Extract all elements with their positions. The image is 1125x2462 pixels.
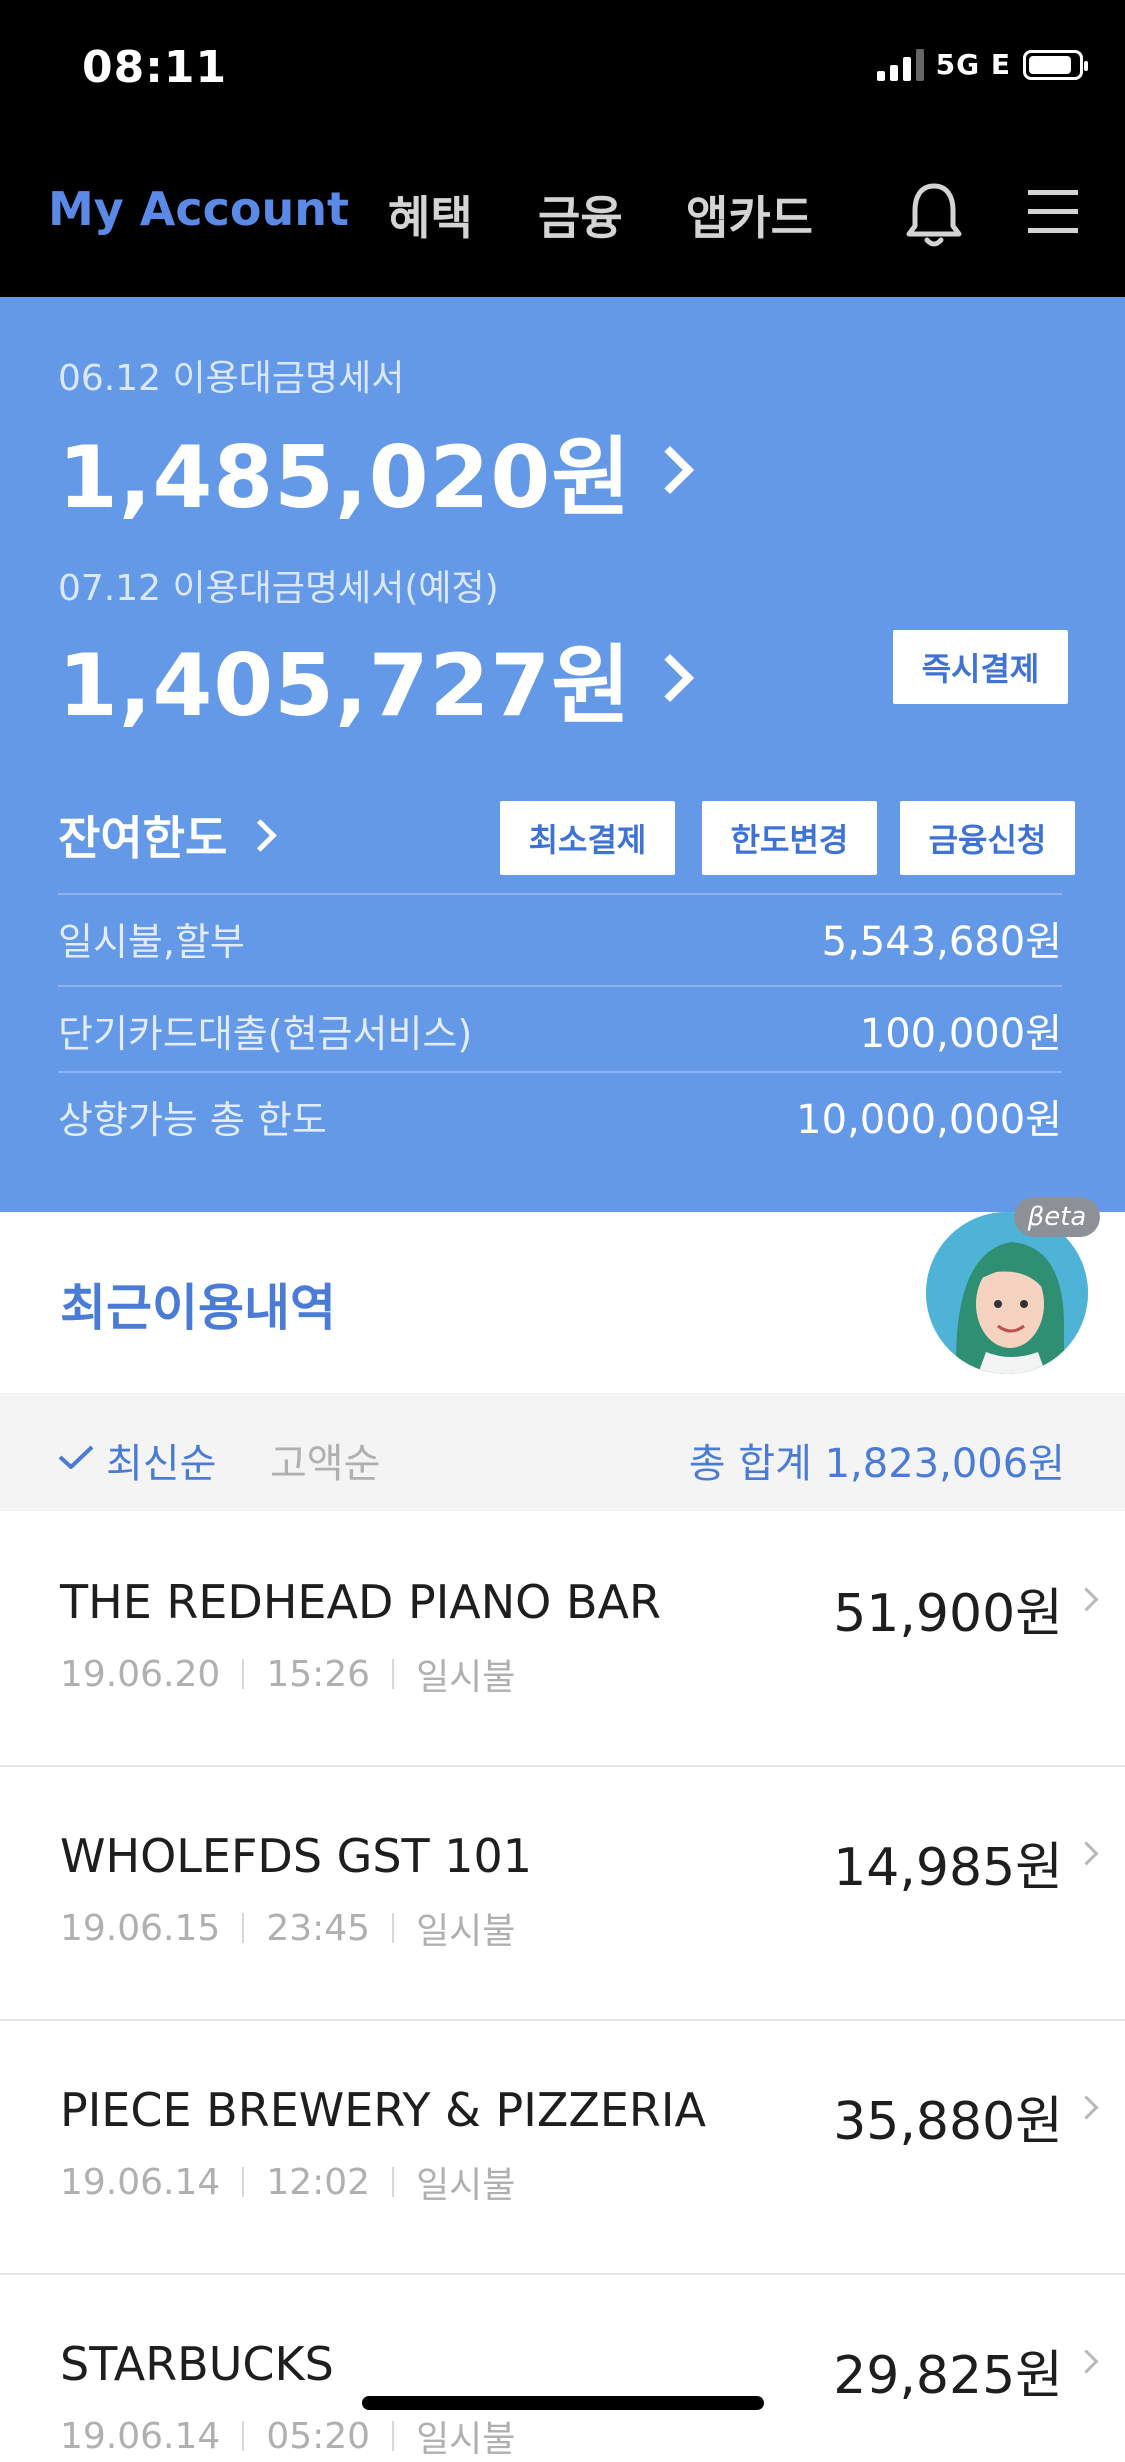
network-label: 5G E (935, 48, 1011, 81)
tab-finance[interactable]: 금융 (538, 182, 623, 248)
home-indicator[interactable] (362, 2396, 764, 2410)
chevron-right-icon (646, 653, 695, 702)
transaction-type: 일시불 (416, 2165, 516, 2206)
signal-icon (876, 48, 924, 81)
transaction-type: 일시불 (416, 2419, 516, 2460)
chevron-right-icon (1074, 2349, 1099, 2374)
current-statement-label: 06.12 이용대금명세서 (58, 358, 405, 399)
limit-row: 일시불,할부 5,543,680원 (58, 893, 1062, 981)
limit-row-label: 단기카드대출(현금서비스) (58, 1011, 473, 1056)
minimum-payment-button[interactable]: 최소결제 (500, 801, 675, 875)
chevron-right-icon (1074, 1587, 1099, 1612)
transaction-row[interactable]: STARBUCKS 19.06.14 05:20 일시불 29,825원 (0, 2275, 1125, 2460)
billing-summary-panel: 06.12 이용대금명세서 1,485,020원 07.12 이용대금명세서(예… (0, 297, 1125, 1212)
status-time: 08:11 (82, 42, 228, 93)
sort-latest-option[interactable]: 최신순 (106, 1431, 216, 1489)
transaction-amount: 14,985원 (833, 1838, 1063, 1898)
limit-row: 단기카드대출(현금서비스) 100,000원 (58, 985, 1062, 1073)
transaction-amount: 35,880원 (833, 2092, 1063, 2152)
transaction-time: 23:45 (266, 1907, 371, 1949)
limit-row-label: 일시불,할부 (58, 919, 245, 964)
transaction-time: 05:20 (266, 2415, 371, 2457)
current-amount-value: 1,485,020원 (58, 428, 632, 528)
limit-row-value: 100,000원 (859, 1011, 1062, 1057)
transaction-date: 19.06.14 (60, 2161, 221, 2203)
tab-app-card[interactable]: 앱카드 (686, 182, 813, 248)
pay-now-button[interactable]: 즉시결제 (893, 630, 1068, 704)
next-statement-label: 07.12 이용대금명세서(예정) (58, 568, 499, 609)
battery-icon (1023, 49, 1088, 80)
merchant-name: THE REDHEAD PIANO BAR (60, 1575, 661, 1629)
sort-amount-option[interactable]: 고액순 (270, 1431, 380, 1489)
transaction-time: 12:02 (266, 2161, 371, 2203)
transaction-amount: 51,900원 (833, 1584, 1063, 1644)
transaction-amount: 29,825원 (833, 2346, 1063, 2406)
current-statement-amount[interactable]: 1,485,020원 (58, 407, 695, 532)
transaction-date: 19.06.14 (60, 2415, 221, 2457)
check-icon (58, 1445, 94, 1469)
chevron-right-icon (646, 445, 695, 494)
top-nav: My Account 혜택 금융 앱카드 (0, 170, 1125, 260)
limit-row-value: 10,000,000원 (796, 1097, 1062, 1143)
transaction-row[interactable]: THE REDHEAD PIANO BAR 19.06.20 15:26 일시불… (0, 1513, 1125, 1767)
merchant-name: WHOLEFDS GST 101 (60, 1829, 533, 1883)
transaction-row[interactable]: WHOLEFDS GST 101 19.06.15 23:45 일시불 14,9… (0, 1767, 1125, 2021)
transaction-type: 일시불 (416, 1911, 516, 1952)
chevron-right-icon (1074, 2095, 1099, 2120)
transaction-date: 19.06.20 (60, 1653, 221, 1695)
transaction-type: 일시불 (416, 1657, 516, 1698)
merchant-name: PIECE BREWERY & PIZZERIA (60, 2083, 706, 2137)
limit-row: 상향가능 총 한도 10,000,000원 (58, 1071, 1062, 1159)
chevron-right-icon (1074, 1841, 1099, 1866)
tab-benefits[interactable]: 혜택 (388, 182, 473, 248)
next-amount-value: 1,405,727원 (58, 636, 632, 736)
transaction-meta: 19.06.15 23:45 일시불 (60, 1902, 515, 1954)
next-statement-amount[interactable]: 1,405,727원 (58, 615, 695, 740)
limit-row-value: 5,543,680원 (821, 919, 1062, 965)
menu-icon[interactable] (1026, 188, 1080, 236)
limit-change-button[interactable]: 한도변경 (702, 801, 877, 875)
tab-my-account[interactable]: My Account (48, 182, 349, 236)
chevron-right-icon (244, 818, 278, 852)
transaction-time: 15:26 (266, 1653, 371, 1695)
total-sum: 총 합계 1,823,006원 (688, 1441, 1065, 1487)
remaining-limit-link[interactable]: 잔여한도 (58, 802, 278, 868)
recent-usage-title: 최근이용내역 (60, 1279, 336, 1337)
remaining-limit-label: 잔여한도 (58, 811, 228, 865)
transaction-meta: 19.06.14 05:20 일시불 (60, 2410, 515, 2462)
status-indicators: 5G E (876, 48, 1088, 81)
transaction-meta: 19.06.14 12:02 일시불 (60, 2156, 515, 2208)
bell-icon[interactable] (905, 180, 963, 250)
limit-row-label: 상향가능 총 한도 (58, 1097, 327, 1142)
merchant-name: STARBUCKS (60, 2337, 334, 2391)
transaction-date: 19.06.15 (60, 1907, 221, 1949)
transaction-row[interactable]: PIECE BREWERY & PIZZERIA 19.06.14 12:02 … (0, 2021, 1125, 2275)
beta-badge: βeta (1014, 1197, 1100, 1237)
finance-apply-button[interactable]: 금융신청 (900, 801, 1075, 875)
sort-bar: 최신순 고액순 총 합계 1,823,006원 (0, 1393, 1125, 1511)
header: 08:11 5G E My Account 혜택 금융 앱카드 (0, 0, 1125, 297)
transaction-meta: 19.06.20 15:26 일시불 (60, 1648, 515, 1700)
